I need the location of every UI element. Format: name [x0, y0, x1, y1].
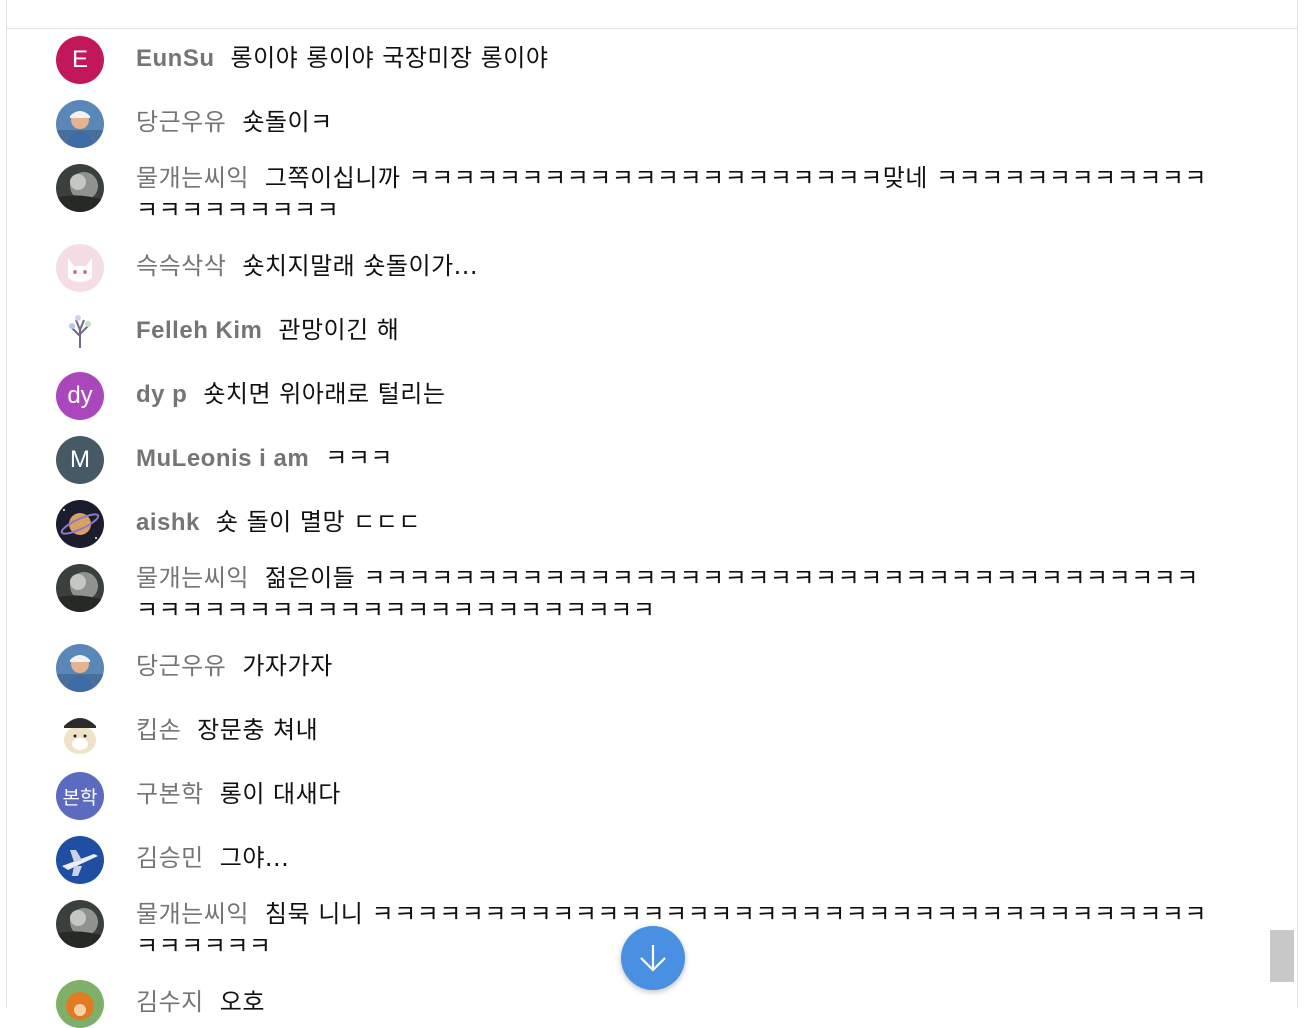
- message-content: 구본학 롱이 대새다: [136, 778, 1216, 810]
- message-content: 물개는씨익 그쪽이십니까 ㅋㅋㅋㅋㅋㅋㅋㅋㅋㅋㅋㅋㅋㅋㅋㅋㅋㅋㅋㅋㅋ맞네 ㅋㅋㅋㅋ…: [136, 162, 1216, 226]
- message-content: 당근우유 가자가자: [136, 650, 1216, 682]
- scrollbar-thumb[interactable]: [1270, 930, 1294, 982]
- message-content: 슥슥삭삭 숏치지말래 숏돌이가...: [136, 250, 1216, 282]
- message-text: 오호: [219, 988, 265, 1016]
- avatar[interactable]: [56, 564, 104, 612]
- dark-photo-icon: [56, 564, 104, 612]
- chat-message-list[interactable]: E EunSu 롱이야 롱이야 국장미장 롱이야 당근우유 숏돌이ㅋ 물개는씨익…: [0, 0, 1304, 1028]
- tree-drawing-icon: [56, 308, 104, 356]
- avatar-letter: E: [71, 46, 88, 73]
- avatar[interactable]: [56, 708, 104, 756]
- author-name[interactable]: 슥슥삭삭: [136, 252, 226, 280]
- avatar[interactable]: M: [56, 436, 104, 484]
- message-content: dy p 숏치면 위아래로 털리는: [136, 378, 1216, 411]
- message-content: 물개는씨익 젊은이들 ㅋㅋㅋㅋㅋㅋㅋㅋㅋㅋㅋㅋㅋㅋㅋㅋㅋㅋㅋㅋㅋㅋㅋㅋㅋㅋㅋㅋㅋㅋ…: [136, 562, 1216, 626]
- message-text: 젊은이들 ㅋㅋㅋㅋㅋㅋㅋㅋㅋㅋㅋㅋㅋㅋㅋㅋㅋㅋㅋㅋㅋㅋㅋㅋㅋㅋㅋㅋㅋㅋㅋㅋㅋㅋㅋ…: [136, 564, 1199, 624]
- message-content: 당근우유 숏돌이ㅋ: [136, 106, 1216, 138]
- avatar[interactable]: [56, 500, 104, 548]
- avatar-letter: dy: [67, 382, 93, 409]
- avatar[interactable]: [56, 308, 104, 356]
- avatar[interactable]: dy: [56, 372, 104, 420]
- author-name[interactable]: MuLeonis i am: [136, 445, 309, 472]
- message-text: 관망이긴 해: [278, 316, 400, 344]
- dark-photo-icon: [56, 164, 104, 212]
- message-text: 롱이 대새다: [219, 780, 341, 808]
- avatar[interactable]: [56, 836, 104, 884]
- message-text: 가자가자: [242, 652, 333, 680]
- message-content: aishk 숏 돌이 멸망 ㄷㄷㄷ: [136, 506, 1216, 539]
- avatar[interactable]: [56, 644, 104, 692]
- author-name[interactable]: 물개는씨익: [136, 900, 249, 928]
- author-name[interactable]: 물개는씨익: [136, 564, 249, 592]
- author-name[interactable]: 킵손: [136, 716, 181, 744]
- message-content: 킵손 장문충 쳐내: [136, 714, 1216, 746]
- avatar[interactable]: [56, 244, 104, 292]
- message-text: 숏치지말래 숏돌이가...: [242, 252, 479, 280]
- avatar[interactable]: E: [56, 36, 104, 84]
- message-content: 김승민 그야...: [136, 842, 1216, 874]
- avatar[interactable]: [56, 900, 104, 948]
- message-text: 롱이야 롱이야 국장미장 롱이야: [230, 44, 549, 72]
- dark-photo-icon: [56, 900, 104, 948]
- author-name[interactable]: Felleh Kim: [136, 317, 262, 344]
- pink-cat-icon: [56, 244, 104, 292]
- person-photo-icon: [56, 100, 104, 148]
- orange-animal-icon: [56, 980, 104, 1028]
- author-name[interactable]: EunSu: [136, 45, 215, 72]
- message-content: 김수지 오호: [136, 986, 1216, 1018]
- scroll-to-bottom-button[interactable]: [621, 926, 685, 990]
- author-name[interactable]: dy p: [136, 381, 187, 408]
- message-text: 그쪽이십니까 ㅋㅋㅋㅋㅋㅋㅋㅋㅋㅋㅋㅋㅋㅋㅋㅋㅋㅋㅋㅋㅋ맞네 ㅋㅋㅋㅋㅋㅋㅋㅋㅋ…: [136, 164, 1207, 224]
- message-content: EunSu 롱이야 롱이야 국장미장 롱이야: [136, 42, 1216, 75]
- author-name[interactable]: aishk: [136, 509, 200, 536]
- avatar[interactable]: [56, 164, 104, 212]
- avatar[interactable]: [56, 100, 104, 148]
- message-text: 숏치면 위아래로 털리는: [203, 380, 446, 408]
- message-text: 장문충 쳐내: [197, 716, 319, 744]
- message-content: Felleh Kim 관망이긴 해: [136, 314, 1216, 347]
- message-text: ㅋㅋㅋ: [325, 444, 393, 472]
- author-name[interactable]: 김수지: [136, 988, 204, 1016]
- avatar-letter: 본학: [62, 787, 98, 809]
- avatar[interactable]: [56, 980, 104, 1028]
- avatar-letter: M: [70, 446, 90, 473]
- message-content: MuLeonis i am ㅋㅋㅋ: [136, 442, 1216, 475]
- author-name[interactable]: 김승민: [136, 844, 204, 872]
- author-name[interactable]: 당근우유: [136, 652, 226, 680]
- arrow-down-icon: [640, 945, 666, 972]
- planet-icon: [56, 500, 104, 548]
- message-text: 숏 돌이 멸망 ㄷㄷㄷ: [215, 508, 421, 536]
- person-photo-icon: [56, 644, 104, 692]
- author-name[interactable]: 당근우유: [136, 108, 226, 136]
- author-name[interactable]: 물개는씨익: [136, 164, 249, 192]
- message-text: 숏돌이ㅋ: [242, 108, 333, 136]
- author-name[interactable]: 구본학: [136, 780, 204, 808]
- avatar[interactable]: 본학: [56, 772, 104, 820]
- dog-with-cap-icon: [56, 708, 104, 756]
- jet-plane-icon: [56, 836, 104, 884]
- message-text: 그야...: [219, 844, 290, 872]
